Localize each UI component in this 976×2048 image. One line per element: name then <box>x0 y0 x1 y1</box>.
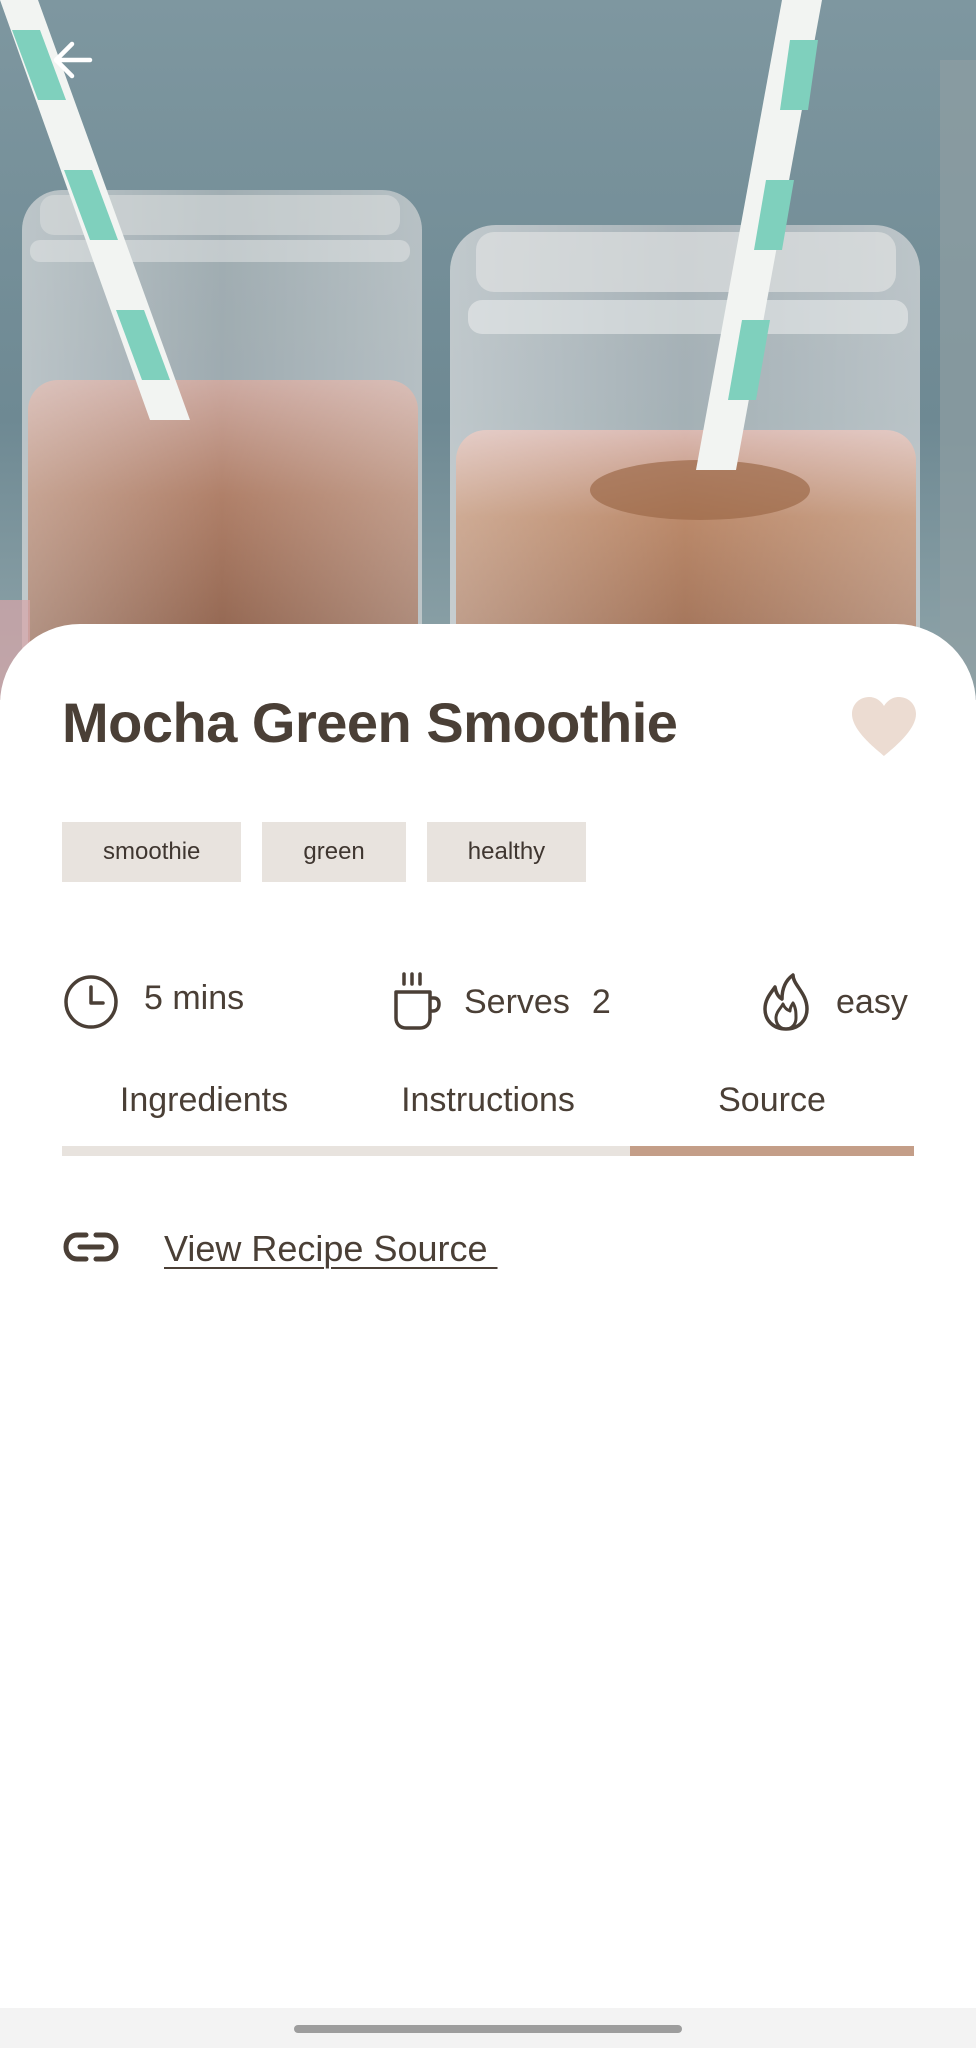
prep-time-label: 5 mins <box>144 978 245 1017</box>
view-source-link-row[interactable]: View Recipe Source <box>62 1214 498 1284</box>
tab-active-indicator <box>630 1146 914 1156</box>
recipe-tabs: Ingredients Instructions Source <box>62 1060 914 1156</box>
tag-chip-green[interactable]: green <box>262 822 406 882</box>
tab-ingredients[interactable]: Ingredients <box>62 1060 346 1140</box>
servings-label: Serves <box>464 982 570 1021</box>
favorite-button[interactable] <box>850 696 918 758</box>
clock-icon <box>62 973 120 1031</box>
difficulty-label: easy <box>836 982 908 1021</box>
servings: Serves 2 <box>392 962 611 1042</box>
tag-chip-smoothie[interactable]: smoothie <box>62 822 242 882</box>
tab-instructions[interactable]: Instructions <box>346 1060 630 1140</box>
system-navigation-bar <box>0 2008 976 2048</box>
difficulty: easy <box>762 962 908 1042</box>
flame-icon <box>762 973 810 1031</box>
heart-icon <box>852 697 916 756</box>
mug-icon <box>392 972 442 1032</box>
recipe-title: Mocha Green Smoothie <box>62 691 678 754</box>
tag-list: smoothie green healthy <box>62 822 587 882</box>
servings-count: 2 <box>591 982 611 1021</box>
smoothie-photo <box>0 0 976 700</box>
hero-image <box>0 0 976 700</box>
link-icon <box>62 1229 120 1270</box>
prep-time: 5 mins <box>62 962 244 1042</box>
tab-source[interactable]: Source <box>630 1060 914 1140</box>
tag-chip-healthy[interactable]: healthy <box>426 822 587 882</box>
recipe-details-sheet: Mocha Green Smoothie smoothie green heal… <box>0 624 976 2008</box>
back-button[interactable] <box>36 24 108 96</box>
home-gesture-handle[interactable] <box>294 2025 682 2033</box>
arrow-left-icon <box>53 41 93 79</box>
recipe-detail-screen: Mocha Green Smoothie smoothie green heal… <box>0 0 976 2048</box>
view-recipe-source-link[interactable]: View Recipe Source <box>164 1228 498 1270</box>
